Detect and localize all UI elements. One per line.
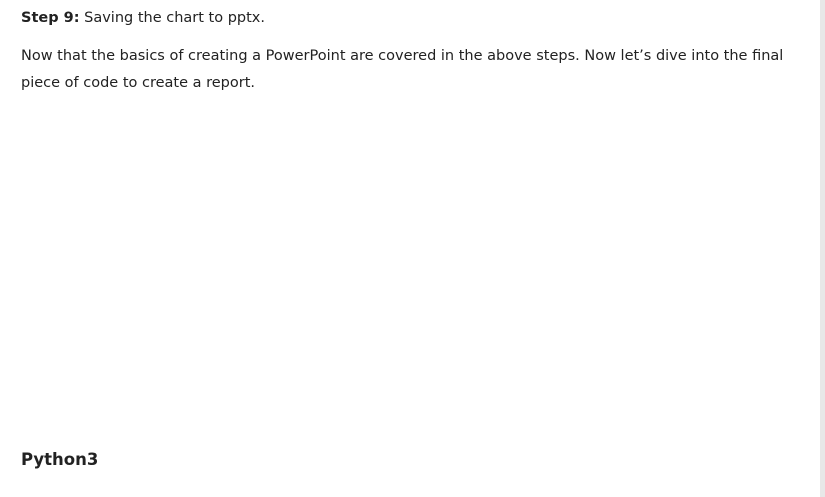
- intro-paragraph: Now that the basics of creating a PowerP…: [21, 48, 784, 91]
- scrollbar[interactable]: [820, 0, 825, 497]
- blank-embed-area: [21, 100, 791, 430]
- code-language-heading: Python3: [21, 450, 99, 469]
- step-label: Step 9:: [21, 10, 80, 26]
- step-text: Saving the chart to pptx.: [79, 10, 266, 26]
- step-line: Step 9: Saving the chart to pptx.: [21, 8, 265, 28]
- scrollbar-thumb[interactable]: [820, 0, 825, 497]
- article-content: Step 9: Saving the chart to pptx. Now th…: [0, 0, 820, 497]
